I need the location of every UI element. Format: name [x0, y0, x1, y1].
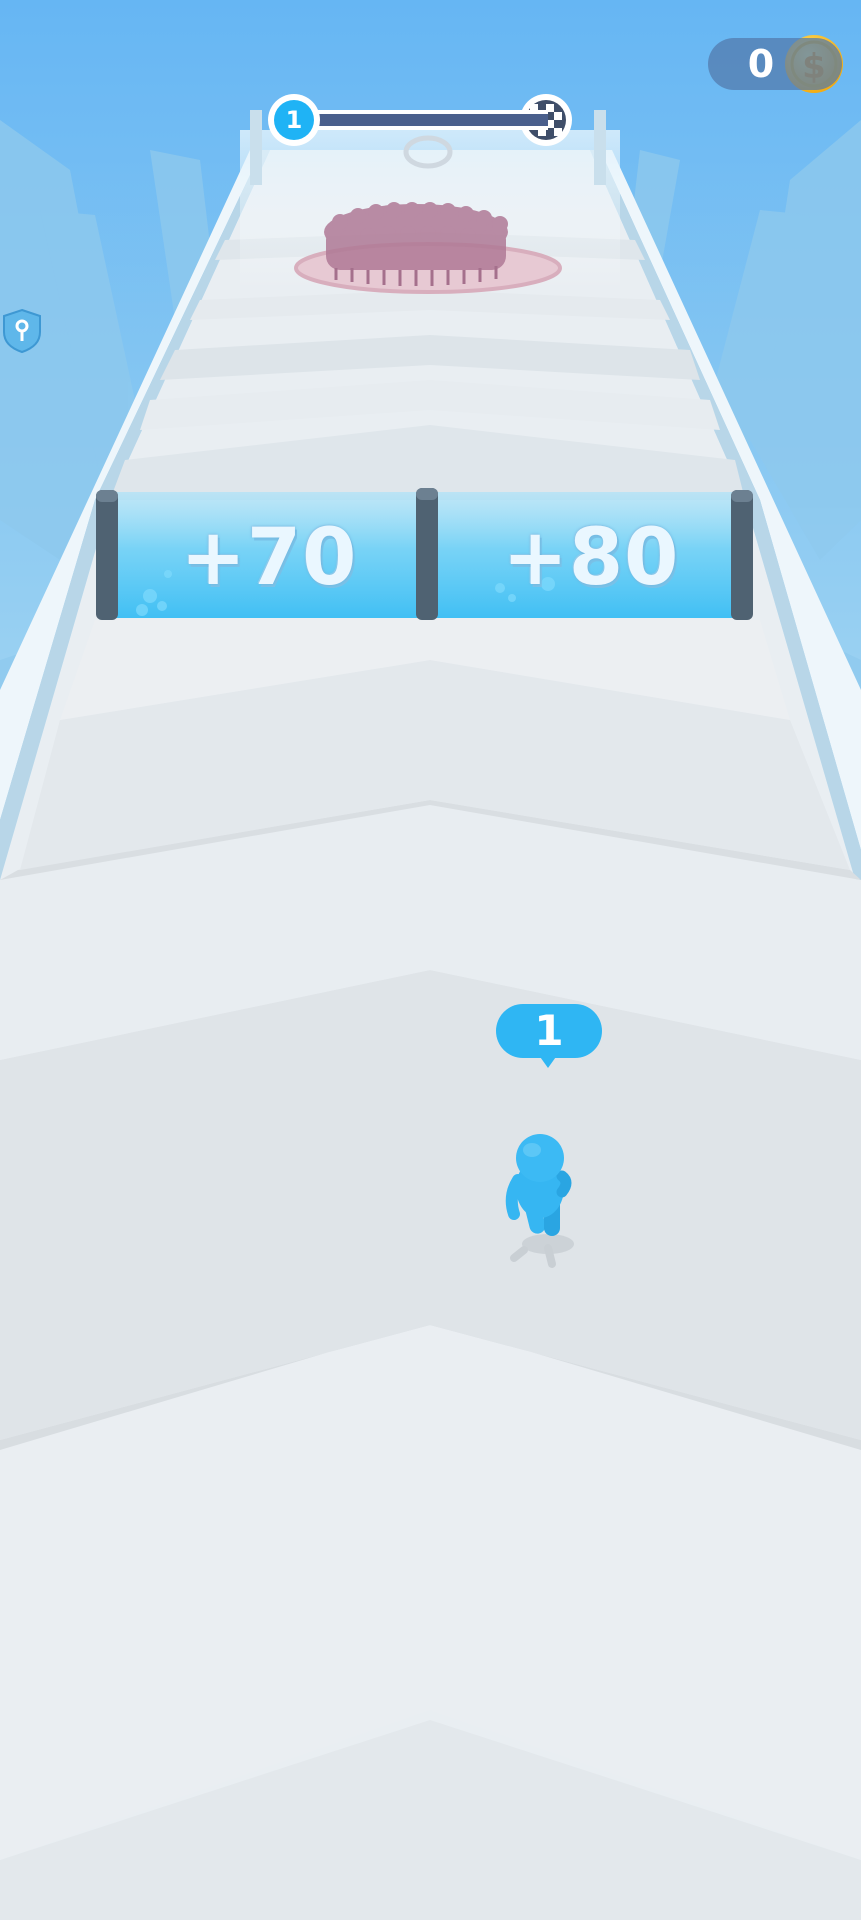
progress-track-line	[294, 110, 548, 130]
level-progress-bar: 1	[268, 94, 572, 146]
coin-count: 0	[747, 42, 775, 86]
game-screen[interactable]: $ 0 1 +70	[0, 0, 861, 1920]
game-scene[interactable]: $	[0, 0, 861, 1920]
gate-left-label: +70	[180, 513, 358, 603]
current-level-number: 1	[274, 100, 314, 140]
gold-dollar-coin-icon	[784, 34, 844, 94]
enemy-crowd	[324, 202, 508, 270]
player-count-bubble-tail	[538, 1054, 558, 1068]
player-count-bubble: 1	[496, 1004, 602, 1058]
current-level-badge: 1	[268, 94, 320, 146]
road-chevrons	[0, 612, 861, 1920]
shield-key-icon[interactable]	[3, 308, 41, 354]
gate-right-label: +80	[502, 513, 680, 603]
player-count: 1	[534, 1006, 564, 1055]
